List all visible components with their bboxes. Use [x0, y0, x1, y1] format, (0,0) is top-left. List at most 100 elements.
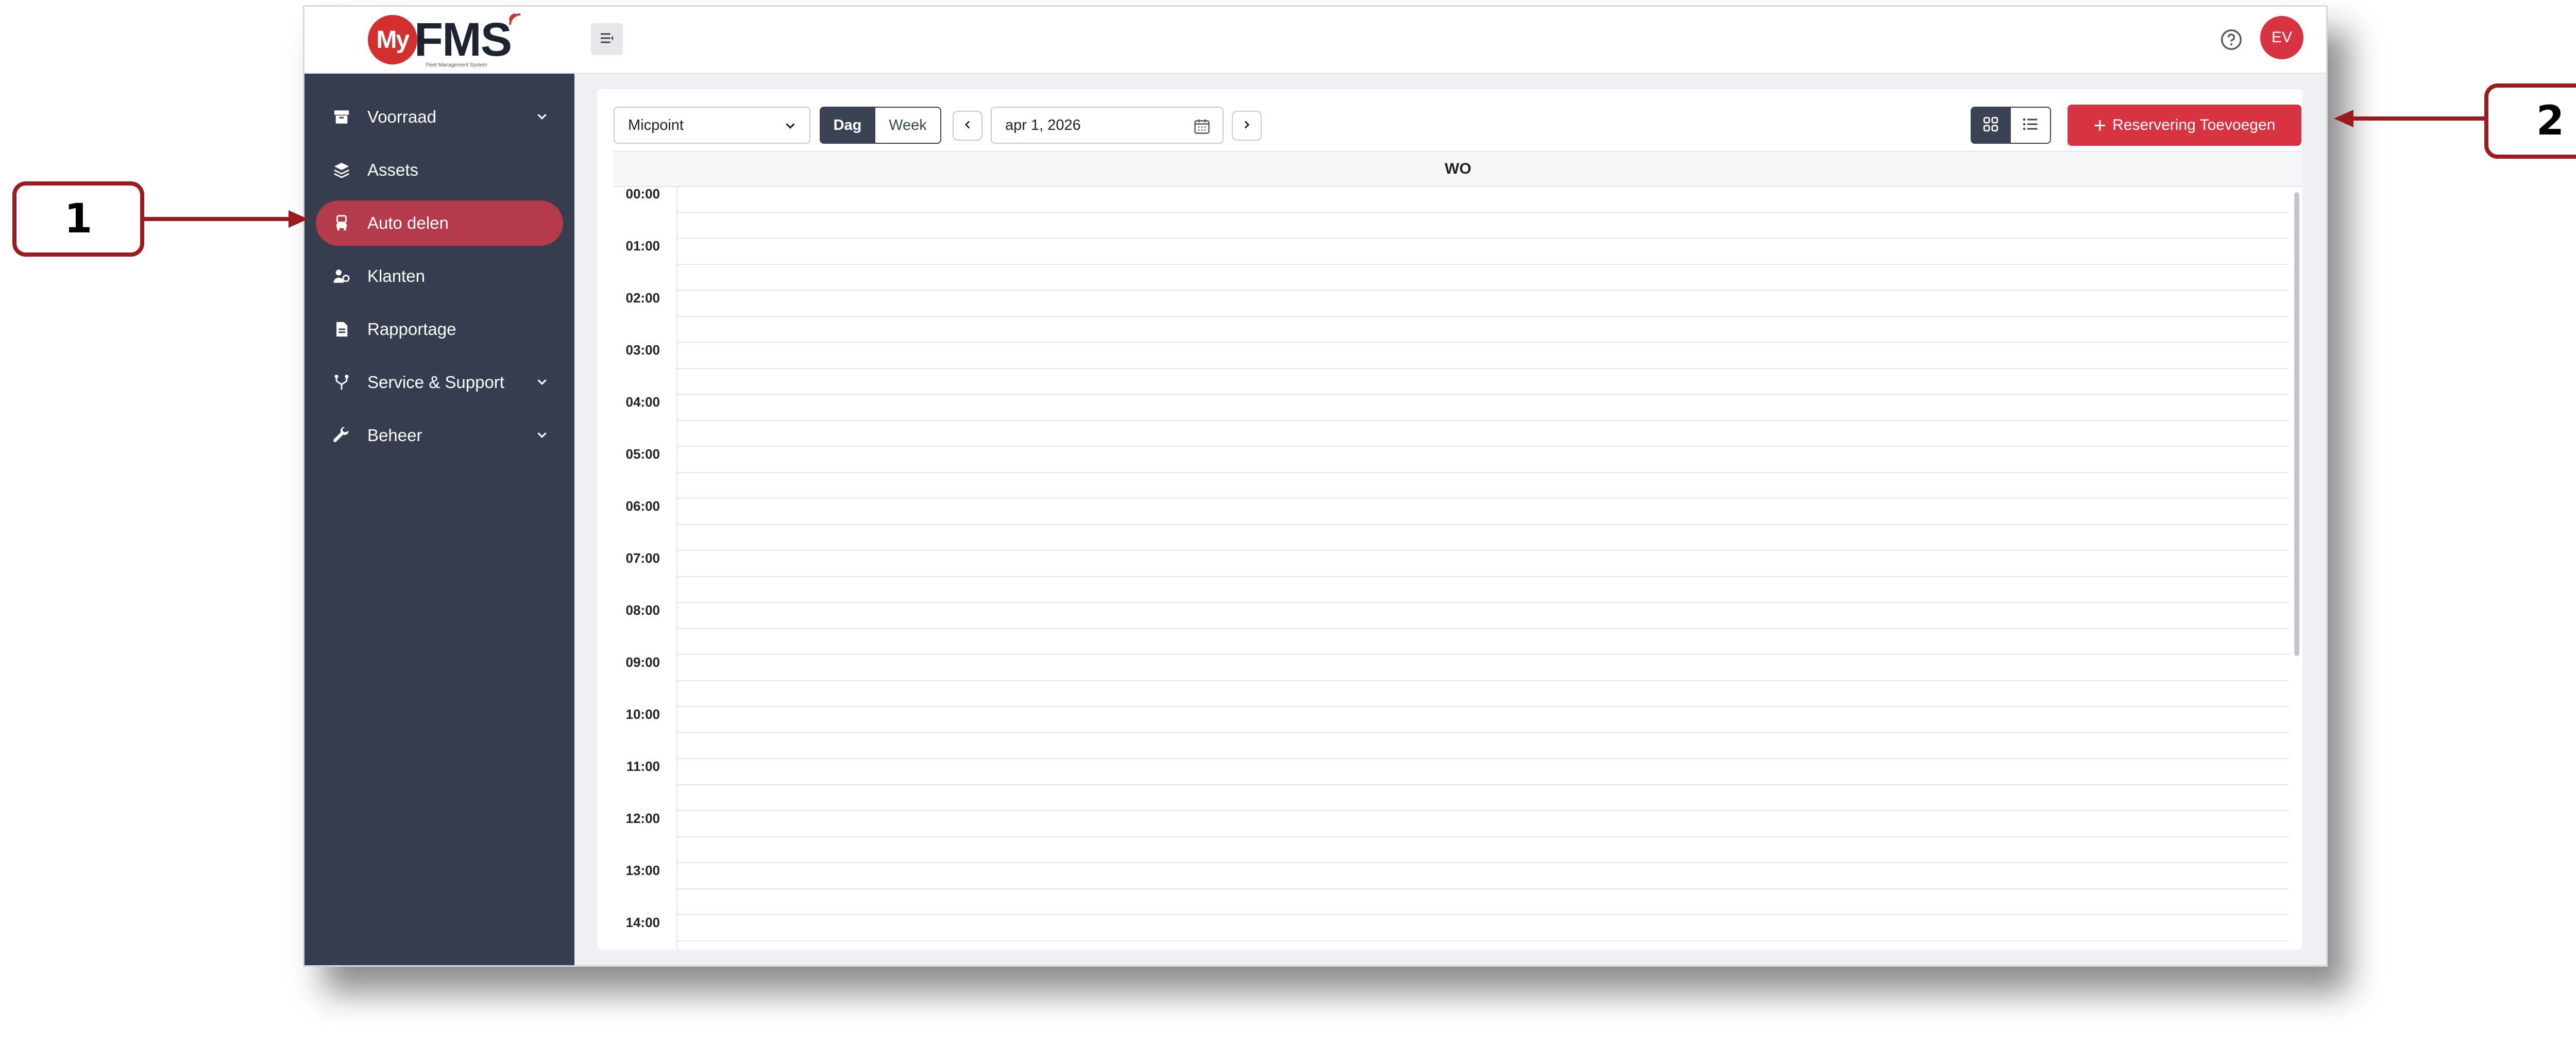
half-hour-line: [677, 212, 2289, 213]
half-hour-line: [677, 524, 2289, 525]
chevron-down-icon: [534, 109, 550, 128]
help-icon[interactable]: [2220, 28, 2243, 53]
hour-label: 00:00: [625, 186, 660, 201]
half-hour-line: [677, 940, 2289, 941]
hour-label: 03:00: [625, 342, 660, 358]
calendar-scrollbar[interactable]: [2294, 192, 2299, 656]
sidebar-toggle-button[interactable]: [591, 23, 623, 55]
chevron-right-icon: [1240, 118, 1253, 133]
logo-tagline: Fleet Management System: [425, 62, 487, 68]
grid-view-button[interactable]: [1971, 107, 2011, 144]
plus-icon: +: [2093, 113, 2107, 137]
day-time-grid[interactable]: 00:00 01:00 02:00 03:00 04:00 05:00 06:00 07:00…: [614, 186, 2302, 950]
hour-row[interactable]: 13:00: [614, 863, 2302, 915]
sidebar-item-klanten[interactable]: Klanten: [316, 254, 563, 299]
hour-label: 02:00: [625, 290, 660, 306]
view-day-button[interactable]: Dag: [820, 107, 875, 144]
calendar-icon[interactable]: [1193, 117, 1211, 140]
half-hour-line: [677, 368, 2289, 369]
add-reservation-button[interactable]: + Reservering Toevoegen: [2067, 105, 2301, 146]
hour-row[interactable]: 07:00: [614, 550, 2302, 603]
sidebar-item-label: Beheer: [367, 426, 422, 445]
hour-row[interactable]: 05:00: [614, 446, 2302, 499]
hour-row[interactable]: 12:00: [614, 811, 2302, 863]
hour-row[interactable]: 02:00: [614, 290, 2302, 343]
hour-row[interactable]: 10:00: [614, 706, 2302, 759]
hour-row[interactable]: 00:00: [614, 186, 2302, 239]
callout-1-arrow: [144, 210, 308, 228]
location-select[interactable]: Micpoint: [614, 107, 810, 144]
half-hour-line: [677, 680, 2289, 681]
sidebar-item-beheer[interactable]: Beheer: [316, 413, 563, 458]
list-icon: [2021, 115, 2040, 136]
hour-label: 07:00: [625, 550, 660, 566]
hour-label: 13:00: [625, 863, 660, 878]
location-select-value: Micpoint: [628, 116, 684, 133]
hour-row[interactable]: 11:00: [614, 759, 2302, 811]
date-picker-input[interactable]: apr 1, 2026: [991, 107, 1224, 144]
half-hour-line: [677, 836, 2289, 837]
day-column-header: WO: [614, 151, 2302, 187]
archive-icon: [331, 107, 352, 127]
logo[interactable]: My FMS Fleet Management System: [367, 11, 521, 68]
previous-date-button[interactable]: [953, 111, 982, 141]
sidebar-item-service-support[interactable]: Service & Support: [316, 360, 563, 405]
branch-icon: [331, 372, 352, 393]
user-avatar[interactable]: EV: [2260, 16, 2303, 59]
hour-row[interactable]: 03:00: [614, 342, 2302, 395]
calendar-card: Micpoint Dag Week apr 1, 2026 + Reserver…: [597, 89, 2302, 950]
hour-label: 11:00: [626, 759, 660, 774]
users-icon: [331, 266, 352, 287]
sidebar-item-voorraad[interactable]: Voorraad: [316, 94, 563, 140]
hour-label: 09:00: [625, 654, 660, 670]
half-hour-line: [677, 576, 2289, 577]
date-value: apr 1, 2026: [1005, 116, 1081, 133]
sidebar-item-assets[interactable]: Assets: [316, 147, 563, 193]
calendar-toolbar: Micpoint Dag Week apr 1, 2026 + Reserver…: [597, 89, 2302, 151]
hour-row[interactable]: 06:00: [614, 498, 2302, 551]
callout-2-arrow: [2334, 110, 2484, 127]
half-hour-line: [677, 888, 2289, 889]
half-hour-line: [677, 784, 2289, 785]
callout-2: 2: [2484, 83, 2576, 159]
top-bar: EV: [574, 7, 2326, 74]
hour-label: 14:00: [625, 915, 660, 930]
hour-label: 06:00: [625, 498, 660, 514]
view-week-button[interactable]: Week: [875, 107, 941, 144]
hour-row[interactable]: 01:00: [614, 238, 2302, 291]
half-hour-line: [677, 264, 2289, 265]
sidebar-item-label: Service & Support: [367, 373, 504, 392]
chevron-down-icon: [534, 427, 550, 447]
hour-label: 04:00: [625, 394, 660, 410]
sidebar-item-label: Voorraad: [367, 107, 436, 126]
hour-label: 12:00: [625, 811, 660, 826]
car-share-icon: [331, 213, 352, 233]
hour-row[interactable]: 14:00: [614, 915, 2302, 950]
hour-label: 01:00: [625, 238, 660, 254]
sidebar-item-label: Auto delen: [367, 213, 449, 232]
next-date-button[interactable]: [1232, 111, 1262, 141]
hour-label: 10:00: [625, 706, 660, 722]
sidebar-item-rapportage[interactable]: Rapportage: [316, 307, 563, 352]
signal-icon: [508, 12, 522, 29]
sidebar-item-label: Rapportage: [367, 319, 456, 339]
half-hour-line: [677, 628, 2289, 629]
view-mode-toggle: Dag Week: [820, 107, 941, 144]
layers-icon: [331, 160, 352, 180]
hour-row[interactable]: 09:00: [614, 654, 2302, 707]
hour-row[interactable]: 08:00: [614, 602, 2302, 655]
half-hour-line: [677, 420, 2289, 421]
hour-label: 05:00: [625, 446, 660, 462]
hour-row[interactable]: 04:00: [614, 394, 2302, 447]
sidebar-item-auto-delen[interactable]: Auto delen: [316, 200, 563, 246]
chevron-left-icon: [961, 118, 974, 133]
half-hour-line: [677, 732, 2289, 733]
list-view-button[interactable]: [2011, 107, 2051, 144]
chevron-down-icon: [534, 374, 550, 394]
menu-collapse-icon: [599, 30, 615, 48]
layout-toggle: [1971, 107, 2051, 144]
sidebar-item-label: Klanten: [367, 266, 425, 285]
callout-1: 1: [12, 181, 144, 257]
half-hour-line: [677, 316, 2289, 317]
sidebar: My FMS Fleet Management System Voorraad: [304, 7, 574, 965]
